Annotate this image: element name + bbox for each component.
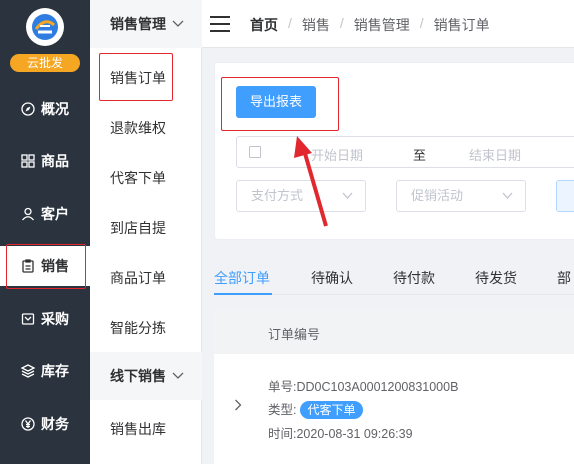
menu-group-sales-management[interactable]: 销售管理 <box>90 0 202 48</box>
table-header: 订单编号 <box>214 310 574 354</box>
active-tab-indicator <box>214 293 272 295</box>
app-logo <box>26 8 64 46</box>
nav-item-label: 客户 <box>41 206 69 222</box>
search-button[interactable] <box>556 180 574 212</box>
breadcrumb-separator: / <box>419 15 424 31</box>
menu-item-goods-order[interactable]: 商品订单 <box>110 268 166 288</box>
compass-icon <box>21 102 35 116</box>
top-header: 首页 / 销售 / 销售管理 / 销售订单 <box>202 0 574 48</box>
nav-item-customers[interactable]: 客户 <box>0 194 90 234</box>
menu-group-offline-sales[interactable]: 线下销售 <box>90 352 202 400</box>
nav-item-label: 采购 <box>41 311 69 327</box>
order-time: 时间:2020-08-31 09:26:39 <box>268 427 413 441</box>
menu-item-store-pickup[interactable]: 到店自提 <box>110 218 166 238</box>
order-type: 类型: 代客下单 <box>268 399 363 419</box>
tab-pending-payment[interactable]: 待付款 <box>393 268 435 288</box>
breadcrumb: 首页 / 销售 / 销售管理 / 销售订单 <box>250 15 490 35</box>
order-type-tag: 代客下单 <box>300 401 363 419</box>
menu-item-refund[interactable]: 退款维权 <box>110 118 166 138</box>
highlight-box-export <box>221 77 339 131</box>
nav-item-label: 商品 <box>41 153 69 169</box>
select-placeholder: 支付方式 <box>251 188 304 203</box>
range-separator: 至 <box>413 148 427 163</box>
breadcrumb-separator: / <box>339 15 344 31</box>
date-range-picker[interactable]: 开始日期 至 结束日期 <box>236 136 574 168</box>
column-header-order-no: 订单编号 <box>268 327 321 342</box>
menu-group-label: 线下销售 <box>110 368 166 384</box>
grid-icon <box>21 154 35 168</box>
tab-pending-shipment[interactable]: 待发货 <box>475 268 517 288</box>
chevron-right-icon[interactable] <box>234 398 242 414</box>
user-icon <box>21 207 35 221</box>
start-date-input[interactable]: 开始日期 <box>311 145 363 164</box>
breadcrumb-home[interactable]: 首页 <box>250 15 278 35</box>
nav-item-inventory[interactable]: 库存 <box>0 351 90 391</box>
layers-icon <box>21 364 35 378</box>
breadcrumb-separator: / <box>288 15 292 31</box>
tab-pending-confirm[interactable]: 待确认 <box>311 268 353 288</box>
highlight-box-sales-nav <box>6 244 86 289</box>
calendar-icon <box>249 146 261 158</box>
chevron-down-icon <box>502 181 513 223</box>
nav-item-label: 财务 <box>41 416 69 432</box>
nav-item-label: 库存 <box>41 363 69 379</box>
tab-more[interactable]: 部 <box>557 268 571 288</box>
nav-item-goods[interactable]: 商品 <box>0 141 90 181</box>
menu-item-proxy-order[interactable]: 代客下单 <box>110 168 166 188</box>
chevron-down-icon <box>342 181 353 223</box>
end-date-input[interactable]: 结束日期 <box>469 145 521 164</box>
select-placeholder: 促销活动 <box>411 188 464 203</box>
app-root: 云批发 概况 商品 客户 销售 采购 库存 财务 销售管理 销售订单 退款维权 … <box>0 0 574 464</box>
nav-item-finance[interactable]: 财务 <box>0 404 90 444</box>
highlight-box-sales-order <box>99 53 173 101</box>
chevron-down-icon <box>172 17 184 31</box>
table-row[interactable]: 单号:DD0C103A0001200831000B 类型: 代客下单 时间:202… <box>214 354 574 464</box>
menu-item-smart-sorting[interactable]: 智能分拣 <box>110 318 166 338</box>
breadcrumb-current: 销售订单 <box>433 17 490 33</box>
nav-item-label: 概况 <box>41 101 69 117</box>
nav-item-purchase[interactable]: 采购 <box>0 299 90 339</box>
cart-icon <box>21 312 35 326</box>
menu-item-sales-outbound[interactable]: 销售出库 <box>110 419 166 439</box>
app-badge: 云批发 <box>10 54 80 72</box>
logo-icon <box>32 14 58 40</box>
payment-method-select[interactable]: 支付方式 <box>236 180 366 212</box>
breadcrumb-sales-management[interactable]: 销售管理 <box>354 15 410 35</box>
order-type-label: 类型: <box>268 403 297 417</box>
yen-icon <box>21 417 35 431</box>
nav-item-overview[interactable]: 概况 <box>0 89 90 129</box>
breadcrumb-sales[interactable]: 销售 <box>302 15 330 35</box>
tab-all-orders[interactable]: 全部订单 <box>214 268 270 288</box>
promotion-select[interactable]: 促销活动 <box>396 180 526 212</box>
chevron-down-icon <box>172 369 184 383</box>
primary-sidebar: 云批发 概况 商品 客户 销售 采购 库存 财务 <box>0 0 90 464</box>
hamburger-menu-icon[interactable] <box>210 16 230 32</box>
menu-group-label: 销售管理 <box>110 16 166 32</box>
order-number: 单号:DD0C103A0001200831000B <box>268 380 459 394</box>
